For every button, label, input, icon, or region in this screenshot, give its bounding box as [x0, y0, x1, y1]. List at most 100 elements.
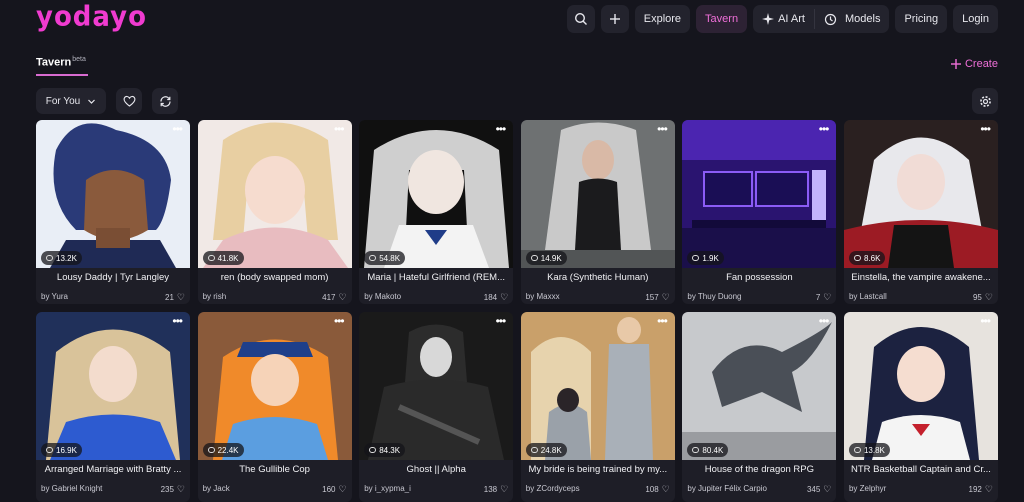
character-thumbnail: [843, 312, 998, 460]
like-button[interactable]: 192 ♡: [969, 484, 993, 495]
chat-count-badge: 14.9K: [525, 251, 567, 265]
chat-count: 24.8K: [540, 445, 562, 455]
character-thumbnail: [197, 312, 352, 460]
card-title: Kara (Synthetic Human): [547, 272, 649, 283]
tab-tavern[interactable]: Tavernbeta: [36, 56, 86, 69]
refresh-button[interactable]: [152, 88, 178, 114]
like-button[interactable]: 184 ♡: [484, 292, 508, 303]
chat-count: 13.8K: [863, 445, 885, 455]
like-count: 184: [483, 293, 498, 302]
character-card[interactable]: ••• 8.6K Einstella, the vampire awakene.…: [843, 120, 998, 304]
like-count: 108: [645, 485, 659, 494]
nav-models-label: Models: [844, 13, 881, 25]
character-card[interactable]: ••• 14.9K Kara (Synthetic Human) by Maxx…: [520, 120, 675, 304]
yodayo-logo[interactable]: yodayo: [36, 1, 147, 33]
like-button[interactable]: 157 ♡: [645, 292, 669, 303]
character-thumbnail: [843, 120, 998, 268]
nav-explore[interactable]: Explore: [634, 5, 691, 33]
like-button[interactable]: 138 ♡: [484, 484, 508, 495]
filter-controls: For You: [36, 88, 998, 114]
create-button[interactable]: Create: [950, 58, 998, 70]
like-button[interactable]: 95 ♡: [973, 292, 993, 303]
more-options-icon[interactable]: •••: [819, 122, 830, 136]
more-options-icon[interactable]: •••: [172, 314, 183, 328]
favorites-button[interactable]: [116, 88, 142, 114]
chat-bubble-icon: [369, 255, 377, 261]
ai-art-models-group: AI Art Models: [753, 5, 890, 33]
like-button[interactable]: 7 ♡: [816, 292, 832, 303]
beta-badge: beta: [72, 56, 86, 63]
card-title: ren (body swapped mom): [220, 272, 329, 283]
character-card[interactable]: ••• 41.8K ren (body swapped mom) by rish…: [197, 120, 352, 304]
more-options-icon[interactable]: •••: [657, 122, 668, 136]
settings-button[interactable]: [972, 88, 998, 114]
character-card[interactable]: ••• 54.8K Maria | Hateful Girlfriend (RE…: [359, 120, 514, 304]
more-options-icon[interactable]: •••: [496, 122, 507, 136]
character-card[interactable]: ••• 24.8K My bride is being trained by m…: [520, 312, 675, 502]
character-card[interactable]: ••• 13.8K NTR Basketball Captain and Cr.…: [843, 312, 998, 502]
card-title: Ghost || Alpha: [406, 464, 466, 475]
more-options-icon[interactable]: •••: [496, 314, 507, 328]
like-count: 7: [815, 293, 821, 302]
nav-pricing[interactable]: Pricing: [895, 5, 948, 33]
add-button[interactable]: [600, 5, 629, 33]
nav-tavern[interactable]: Tavern: [696, 5, 748, 33]
character-card[interactable]: ••• 22.4K The Gullible Cop by Jack 160 ♡: [197, 312, 352, 502]
card-author: by Lastcall: [848, 292, 887, 301]
history-icon: [824, 13, 837, 25]
chevron-down-icon: [88, 99, 96, 104]
like-button[interactable]: 235 ♡: [161, 484, 185, 495]
nav-models[interactable]: Models: [815, 5, 889, 33]
like-count: 417: [322, 293, 336, 302]
more-options-icon[interactable]: •••: [657, 314, 668, 328]
like-count: 21: [165, 293, 174, 302]
gear-icon: [979, 95, 991, 107]
chat-count: 13.2K: [56, 253, 77, 263]
heart-icon: ♡: [500, 292, 509, 302]
character-thumbnail: [359, 312, 514, 460]
search-button[interactable]: [566, 5, 595, 33]
plus-icon: [609, 14, 620, 24]
character-thumbnail: [682, 120, 837, 268]
chat-bubble-icon: [530, 447, 538, 453]
chat-count-badge: 16.9K: [41, 443, 82, 457]
card-title: Lousy Daddy | Tyr Langley: [56, 272, 170, 283]
character-card[interactable]: ••• 13.2K Lousy Daddy | Tyr Langley by Y…: [36, 120, 190, 304]
like-button[interactable]: 345 ♡: [807, 484, 831, 495]
heart-icon: ♡: [338, 292, 347, 302]
card-footer: by Gabriel Knight 235 ♡: [41, 484, 185, 495]
chat-count: 80.4K: [702, 445, 724, 455]
card-footer: by Jupiter Félix Carpio 345 ♡: [687, 484, 831, 495]
login-button[interactable]: Login: [953, 5, 998, 33]
character-card[interactable]: ••• 84.3K Ghost || Alpha by i_xypma_i 138…: [359, 312, 514, 502]
character-card[interactable]: ••• 80.4K House of the dragon RPG by Jup…: [682, 312, 837, 502]
character-card[interactable]: ••• 16.9K Arranged Marriage with Bratty …: [36, 312, 190, 502]
like-count: 160: [322, 485, 336, 494]
card-title: Maria | Hateful Girlfriend (REM...: [367, 272, 505, 283]
more-options-icon[interactable]: •••: [334, 122, 345, 136]
card-author: by Yura: [41, 292, 68, 301]
active-tab-indicator: [36, 74, 88, 76]
like-button[interactable]: 21 ♡: [165, 292, 185, 303]
more-options-icon[interactable]: •••: [819, 314, 830, 328]
create-label: Create: [964, 58, 998, 70]
feed-select[interactable]: For You: [36, 88, 106, 114]
character-card[interactable]: ••• 1.9K Fan possession by Thuy Duong 7 ♡: [682, 120, 837, 304]
more-options-icon[interactable]: •••: [334, 314, 345, 328]
chat-count-badge: 54.8K: [364, 251, 406, 265]
more-options-icon[interactable]: •••: [980, 122, 991, 136]
nav-ai-art[interactable]: AI Art: [753, 5, 814, 33]
like-button[interactable]: 417 ♡: [322, 292, 346, 303]
character-grid: ••• 13.2K Lousy Daddy | Tyr Langley by Y…: [36, 120, 999, 502]
chat-count-badge: 84.3K: [364, 443, 406, 457]
chat-bubble-icon: [207, 447, 215, 453]
character-thumbnail: [520, 120, 675, 268]
heart-icon: ♡: [338, 484, 347, 494]
more-options-icon[interactable]: •••: [172, 122, 183, 136]
like-button[interactable]: 108 ♡: [645, 484, 669, 495]
like-button[interactable]: 160 ♡: [322, 484, 346, 495]
refresh-icon: [159, 95, 171, 107]
chat-count-badge: 80.4K: [687, 443, 729, 457]
card-author: by Jupiter Félix Carpio: [687, 484, 767, 493]
more-options-icon[interactable]: •••: [980, 314, 991, 328]
